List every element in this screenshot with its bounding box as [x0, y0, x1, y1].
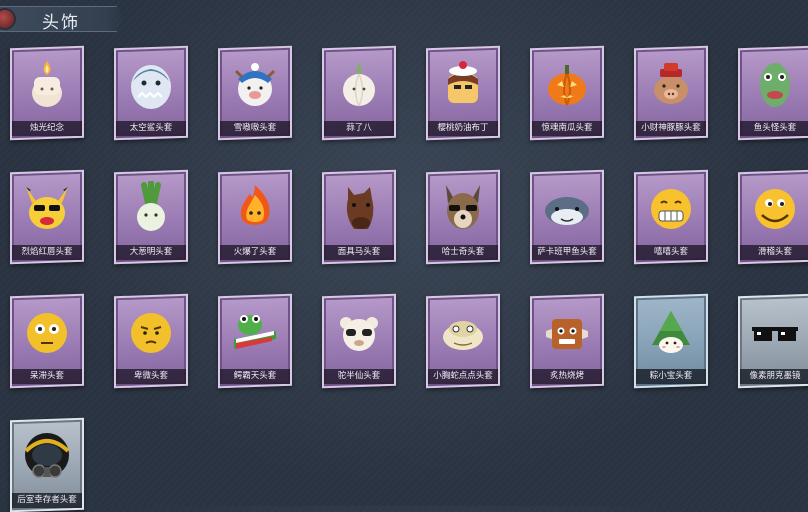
- card-label: 太空鲨头套: [116, 121, 186, 136]
- card-label: 哈士奇头套: [428, 245, 498, 260]
- card-label: 嘻嘻头套: [636, 245, 706, 260]
- card-label: 烈焰红唇头套: [12, 245, 82, 260]
- headwear-card[interactable]: 小胸蛇点点头套: [426, 293, 500, 389]
- card-label: 滑稽头套: [740, 245, 808, 260]
- card-label: 火爆了头套: [220, 245, 290, 260]
- card-label: 呆滞头套: [12, 369, 82, 384]
- fortune-pig-head-icon: [644, 57, 698, 111]
- garlic-head-icon: [332, 57, 386, 111]
- snow-reindeer-head-icon: [228, 57, 282, 111]
- gasmask-helmet-icon: [20, 429, 74, 483]
- card-label: 小财神豚豚头套: [636, 121, 706, 136]
- headwear-card[interactable]: 滑稽头套: [738, 169, 808, 265]
- candle-head-icon: [20, 57, 74, 111]
- fire-head-icon: [228, 181, 282, 235]
- headwear-card[interactable]: 面具马头套: [322, 169, 396, 265]
- dazed-emoji-head-icon: [20, 305, 74, 359]
- headwear-card[interactable]: 鱼头怪头套: [738, 45, 808, 141]
- husky-head-icon: [436, 181, 490, 235]
- headwear-card[interactable]: 驼半仙头套: [322, 293, 396, 389]
- pumpkin-head-icon: [540, 57, 594, 111]
- horse-mask-head-icon: [332, 181, 386, 235]
- sacabambaspis-head-icon: [540, 181, 594, 235]
- zongzi-head-icon: [644, 305, 698, 359]
- headwear-card[interactable]: 哈士奇头套: [426, 169, 500, 265]
- headwear-card[interactable]: 后室幸存者头套: [10, 417, 84, 512]
- headwear-card[interactable]: 惊魂南瓜头套: [530, 45, 604, 141]
- card-label: 小胸蛇点点头套: [428, 369, 498, 384]
- card-label: 鱼头怪头套: [740, 121, 808, 136]
- card-label: 烛光纪念: [12, 121, 82, 136]
- card-label: 雪嗷嗷头套: [220, 121, 290, 136]
- snake-head-icon: [436, 305, 490, 359]
- headwear-card[interactable]: 雪嗷嗷头套: [218, 45, 292, 141]
- headwear-card[interactable]: 炙热烧烤: [530, 293, 604, 389]
- headwear-card[interactable]: 太空鲨头套: [114, 45, 188, 141]
- section-title: 头饰: [42, 13, 80, 33]
- red-lips-pikachu-head-icon: [20, 181, 74, 235]
- headwear-card[interactable]: 蒜了八: [322, 45, 396, 141]
- card-label: 驼半仙头套: [324, 369, 394, 384]
- headwear-card[interactable]: 鳄霸天头套: [218, 293, 292, 389]
- headwear-card[interactable]: 大葱明头套: [114, 169, 188, 265]
- card-label: 惊魂南瓜头套: [532, 121, 602, 136]
- pixel-sunglasses-icon: [748, 305, 802, 359]
- headwear-card[interactable]: 烈焰红唇头套: [10, 169, 84, 265]
- emblem-icon: [0, 10, 14, 28]
- card-label: 炙热烧烤: [532, 369, 602, 384]
- headwear-card[interactable]: 像素朋克墨镜: [738, 293, 808, 389]
- scallion-head-icon: [124, 181, 178, 235]
- funny-emoji-head-icon: [748, 181, 802, 235]
- headwear-card[interactable]: 小财神豚豚头套: [634, 45, 708, 141]
- bbq-head-icon: [540, 305, 594, 359]
- headwear-card[interactable]: 呆滞头套: [10, 293, 84, 389]
- card-label: 萨卡班甲鱼头套: [532, 245, 602, 260]
- fish-monster-head-icon: [748, 57, 802, 111]
- headwear-card[interactable]: 火爆了头套: [218, 169, 292, 265]
- headwear-card[interactable]: 烛光纪念: [10, 45, 84, 141]
- card-label: 大葱明头套: [116, 245, 186, 260]
- card-label: 鳄霸天头套: [220, 369, 290, 384]
- card-label: 面具马头套: [324, 245, 394, 260]
- card-label: 蒜了八: [324, 121, 394, 136]
- grin-emoji-head-icon: [644, 181, 698, 235]
- card-label: 樱桃奶油布丁: [428, 121, 498, 136]
- headwear-card[interactable]: 粽小宝头套: [634, 293, 708, 389]
- card-label: 卑微头套: [116, 369, 186, 384]
- headwear-card[interactable]: 樱桃奶油布丁: [426, 45, 500, 141]
- card-label: 粽小宝头套: [636, 369, 706, 384]
- card-label: 像素朋克墨镜: [740, 369, 808, 384]
- section-header: 头饰: [0, 6, 124, 32]
- humble-emoji-head-icon: [124, 305, 178, 359]
- headwear-card[interactable]: 卑微头套: [114, 293, 188, 389]
- cherry-pudding-head-icon: [436, 57, 490, 111]
- crocodile-head-icon: [228, 305, 282, 359]
- space-shark-head-icon: [124, 57, 178, 111]
- headwear-card[interactable]: 嘻嘻头套: [634, 169, 708, 265]
- headwear-card[interactable]: 萨卡班甲鱼头套: [530, 169, 604, 265]
- alpaca-head-icon: [332, 305, 386, 359]
